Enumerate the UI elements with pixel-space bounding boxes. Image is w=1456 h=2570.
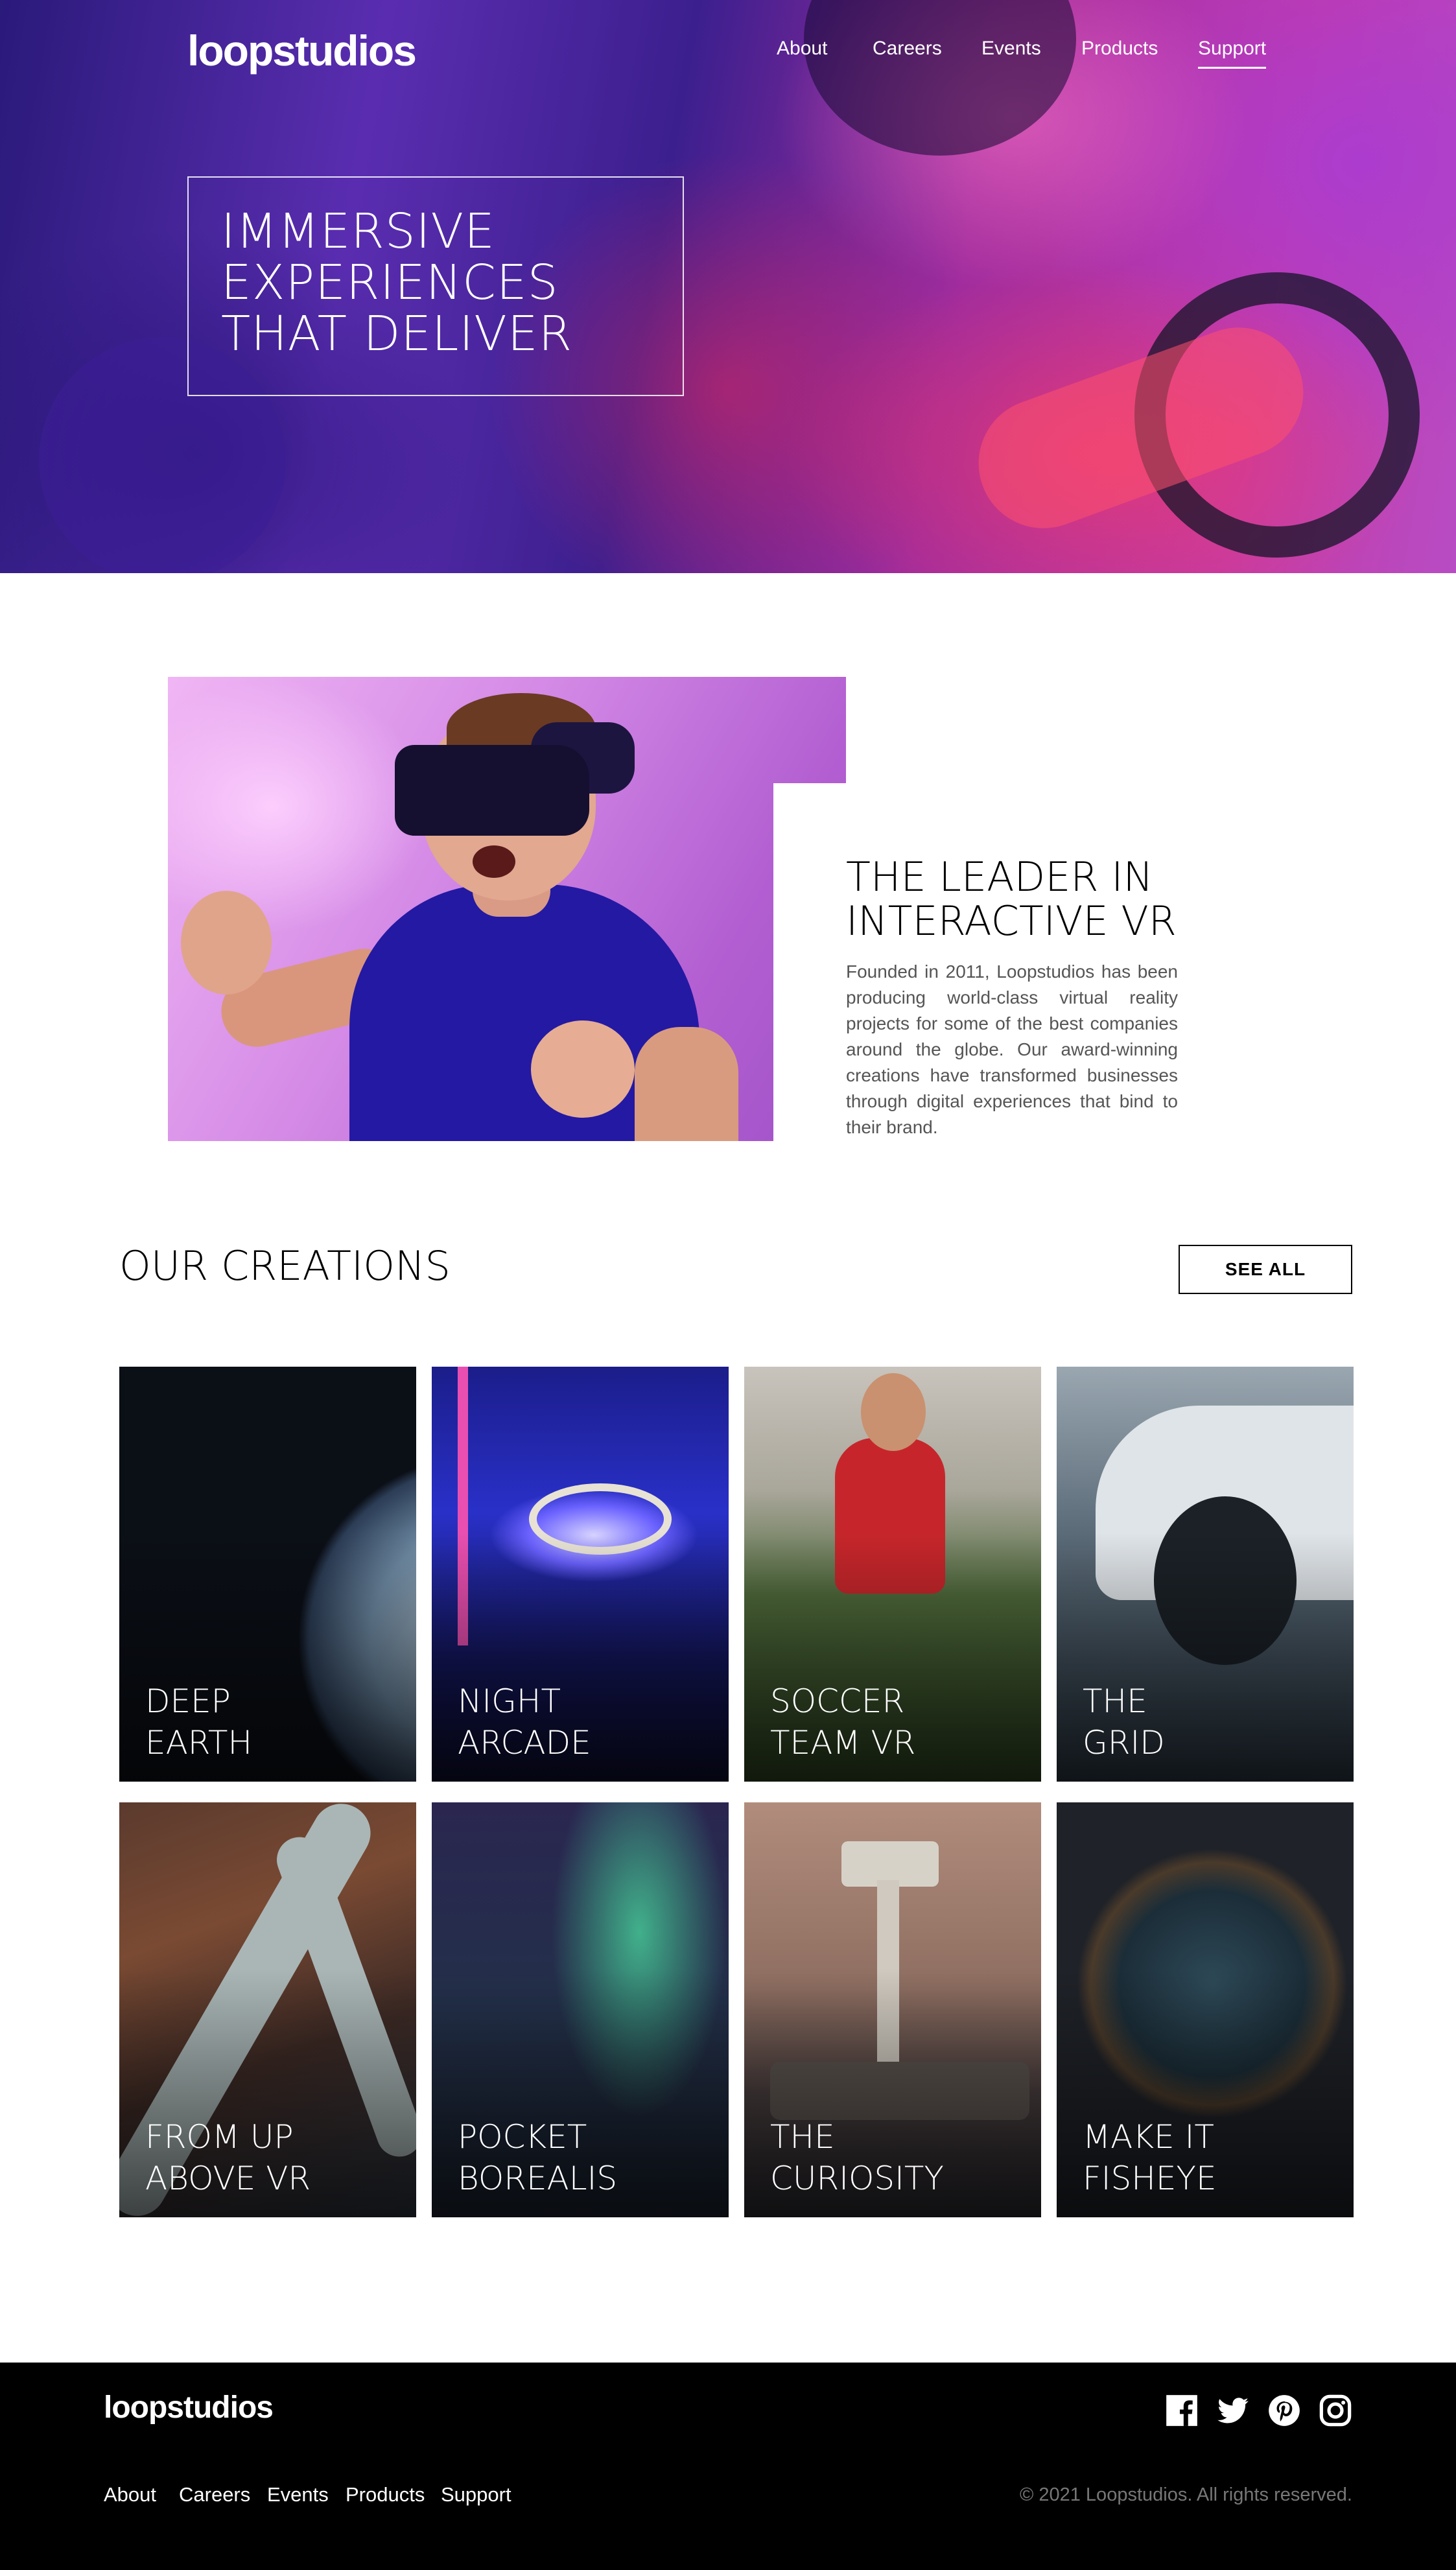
nav-careers[interactable]: Careers bbox=[873, 38, 942, 60]
copyright-text: © 2021 Loopstudios. All rights reserved. bbox=[1019, 2484, 1352, 2505]
image-detail bbox=[531, 1020, 635, 1118]
creation-card-from-up-above-vr[interactable]: FROM UP ABOVE VR bbox=[119, 1802, 416, 2217]
hero-headline-box: IMMERSIVE EXPERIENCES THAT DELIVER bbox=[187, 176, 684, 396]
card-title: SOCCER TEAM VR bbox=[770, 1682, 916, 1762]
about-text-panel-bg bbox=[773, 783, 846, 1141]
footer-nav-events[interactable]: Events bbox=[267, 2483, 329, 2506]
creation-card-deep-earth[interactable]: DEEP EARTH bbox=[119, 1367, 416, 1782]
hero-background-image bbox=[804, 0, 1076, 156]
footer-nav-support[interactable]: Support bbox=[441, 2483, 511, 2506]
site-logo[interactable]: loopstudios bbox=[187, 26, 417, 75]
footer-nav-products[interactable]: Products bbox=[346, 2483, 425, 2506]
creation-card-the-grid[interactable]: THE GRID bbox=[1057, 1367, 1354, 1782]
card-title: MAKE IT FISHEYE bbox=[1083, 2118, 1217, 2197]
image-detail bbox=[635, 1027, 738, 1141]
image-detail bbox=[473, 845, 515, 878]
card-title: THE GRID bbox=[1083, 1682, 1165, 1762]
card-title: DEEP EARTH bbox=[145, 1682, 253, 1762]
nav-support[interactable]: Support bbox=[1198, 38, 1267, 69]
twitter-icon[interactable] bbox=[1216, 2394, 1250, 2427]
about-title-line: INTERACTIVE VR bbox=[846, 897, 1177, 945]
creations-title: OUR CREATIONS bbox=[119, 1242, 451, 1290]
footer-nav-about[interactable]: About bbox=[104, 2483, 156, 2506]
card-title: FROM UP ABOVE VR bbox=[145, 2118, 311, 2197]
hero-headline-line: EXPERIENCES bbox=[221, 255, 559, 311]
footer-nav-careers[interactable]: Careers bbox=[179, 2483, 250, 2506]
creation-card-night-arcade[interactable]: NIGHT ARCADE bbox=[432, 1367, 729, 1782]
vr-interactive-image bbox=[168, 677, 846, 1141]
footer-logo[interactable]: loopstudios bbox=[104, 2390, 274, 2425]
hero-headline-line: THAT DELIVER bbox=[221, 306, 573, 362]
card-title: NIGHT ARCADE bbox=[458, 1682, 591, 1762]
facebook-icon[interactable] bbox=[1165, 2394, 1199, 2427]
card-title: THE CURIOSITY bbox=[770, 2118, 944, 2197]
see-all-button[interactable]: SEE ALL bbox=[1179, 1245, 1352, 1294]
creation-card-make-it-fisheye[interactable]: MAKE IT FISHEYE bbox=[1057, 1802, 1354, 2217]
about-description: Founded in 2011, Loopstudios has been pr… bbox=[846, 961, 1178, 1137]
instagram-icon[interactable] bbox=[1319, 2394, 1352, 2427]
image-detail bbox=[181, 891, 272, 995]
site-footer: loopstudios About Careers Events Product… bbox=[0, 2363, 1456, 2570]
creation-card-pocket-borealis[interactable]: POCKET BOREALIS bbox=[432, 1802, 729, 2217]
nav-products[interactable]: Products bbox=[1081, 38, 1158, 60]
pinterest-icon[interactable] bbox=[1267, 2394, 1301, 2427]
card-title: POCKET BOREALIS bbox=[458, 2118, 618, 2197]
creation-card-the-curiosity[interactable]: THE CURIOSITY bbox=[744, 1802, 1041, 2217]
card-image-detail bbox=[861, 1373, 926, 1451]
creation-card-soccer-team-vr[interactable]: SOCCER TEAM VR bbox=[744, 1367, 1041, 1782]
nav-events[interactable]: Events bbox=[981, 38, 1041, 60]
nav-about[interactable]: About bbox=[777, 38, 827, 60]
image-detail bbox=[395, 745, 589, 836]
about-title-line: THE LEADER IN bbox=[846, 853, 1153, 901]
hero-headline-line: IMMERSIVE bbox=[221, 204, 495, 259]
hero-section: loopstudios About Careers Events Product… bbox=[0, 0, 1456, 573]
